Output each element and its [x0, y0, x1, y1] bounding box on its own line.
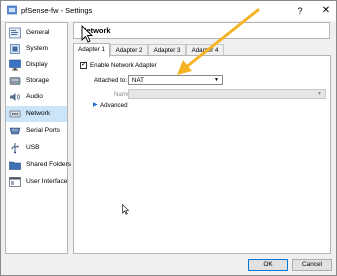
tab-adapter-1[interactable]: Adapter 1: [73, 43, 110, 57]
annotation-arrow: [177, 8, 260, 75]
mouse-cursor-icon: [122, 204, 129, 215]
settings-window: pfSense-fw - Settings ? ✕ General System…: [0, 0, 337, 276]
mouse-cursor-icon: [81, 25, 93, 43]
